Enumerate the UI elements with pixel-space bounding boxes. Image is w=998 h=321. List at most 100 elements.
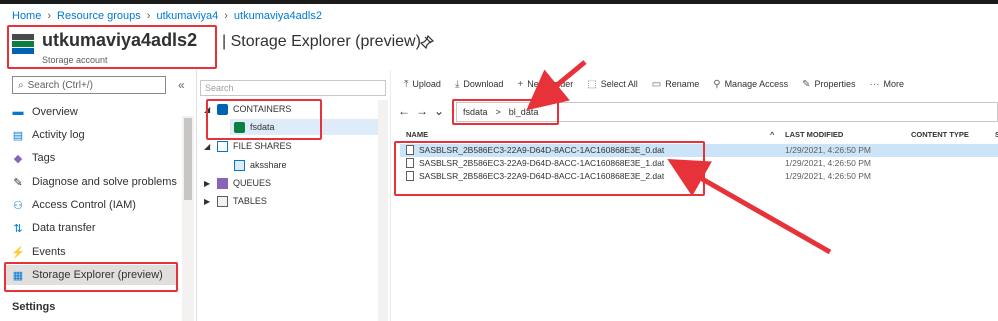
search-icon: ⌕ [18,79,24,91]
sort-up-icon[interactable]: ^ [770,130,774,139]
tree-scrollbar[interactable] [378,100,388,321]
containers-icon [217,103,228,115]
tree-node-label: fsdata [250,122,275,132]
breadcrumb-resource-groups[interactable]: Resource groups [57,10,141,22]
portal-top-bar [0,0,998,4]
download-button[interactable]: ⤓ Download [455,79,503,90]
select-all-button[interactable]: ⬚ Select All [587,79,637,90]
file-name: SASBLSR_2B586EC3-22A9-D64D-8ACC-1AC16086… [419,158,665,168]
menu-item-label: Data transfer [32,222,96,234]
ellipsis-icon: ··· [869,78,880,90]
person-icon: ⚲ [713,78,721,90]
tree-node-label: TABLES [233,196,267,206]
select-all-label: Select All [600,79,638,89]
collapsed-icon: ▶ [204,178,211,188]
chevron-down-icon[interactable]: ⌄ [434,104,444,118]
column-header-content-type[interactable]: CONTENT TYPE [911,130,969,139]
menu-search-placeholder: Search (Ctrl+/) [27,79,93,91]
upload-button[interactable]: ⤒ Upload [404,79,441,90]
new-folder-label: New Folder [527,79,574,89]
menu-item-events[interactable]: ⚡ Events [11,242,65,262]
tree-node-fsdata[interactable]: fsdata [230,119,380,135]
tree-node-label: FILE SHARES [233,141,292,151]
pin-icon[interactable] [420,35,434,49]
breadcrumb-separator: › [47,10,52,22]
tree-node-tables[interactable]: ▶ TABLES [204,193,267,209]
tree-node-label: CONTAINERS [233,104,292,114]
page-title: | Storage Explorer (preview) [222,33,421,50]
rename-label: Rename [665,79,700,89]
back-icon[interactable]: ← [398,104,410,118]
table-row[interactable]: SASBLSR_2B586EC3-22A9-D64D-8ACC-1AC16086… [400,144,998,157]
manage-access-label: Manage Access [724,79,789,89]
menu-item-label: Tags [32,152,56,164]
resource-type: Storage account [42,55,108,65]
address-bar[interactable]: fsdata > bl_data [456,102,998,122]
table-row[interactable]: SASBLSR_2B586EC3-22A9-D64D-8ACC-1AC16086… [400,170,998,183]
file-name: SASBLSR_2B586EC3-22A9-D64D-8ACC-1AC16086… [419,171,665,181]
menu-item-label: Activity log [32,129,85,141]
address-separator: > [495,107,501,117]
plus-icon: + [517,78,524,90]
manage-access-button[interactable]: ⚲ Manage Access [713,79,788,90]
resource-title-block: utkumaviya4adls2 Storage account [8,26,216,70]
address-segment[interactable]: fsdata [463,107,488,117]
tree-search-placeholder: Search [205,83,234,93]
more-label: More [883,79,905,89]
breadcrumb-resource-group[interactable]: utkumaviya4 [156,10,218,22]
collapse-menu-button[interactable]: « [178,78,185,92]
menu-scrollbar[interactable] [182,116,194,321]
address-segment[interactable]: bl_data [509,107,539,117]
menu-item-tags[interactable]: ◆ Tags [12,148,55,168]
expanded-icon: ◢ [204,141,211,151]
breadcrumb-storage-account[interactable]: utkumaviya4adls2 [234,10,322,22]
tag-icon: ◆ [13,152,23,165]
file-icon [406,158,414,168]
tree-node-containers[interactable]: ◢ CONTAINERS [204,101,291,117]
file-icon [406,145,414,155]
properties-label: Properties [814,79,856,89]
forward-icon[interactable]: → [416,104,428,118]
wrench-icon: ✎ [13,176,23,189]
breadcrumb-home[interactable]: Home [12,10,41,22]
menu-item-label: Storage Explorer (preview) [32,269,163,281]
more-button[interactable]: ··· More [870,79,905,90]
tree-search-input[interactable]: Search [200,80,386,96]
menu-item-label: Diagnose and solve problems [32,176,177,188]
tree-node-aksshare[interactable]: aksshare [234,157,287,173]
file-name: SASBLSR_2B586EC3-22A9-D64D-8ACC-1AC16086… [419,145,665,155]
menu-item-label: Access Control (IAM) [32,199,136,211]
breadcrumb-separator: › [146,10,151,22]
grid-header: NAME ^ LAST MODIFIED CONTENT TYPE S [400,128,998,142]
menu-item-activity-log[interactable]: ▤ Activity log [12,125,85,145]
storage-explorer-icon: ▦ [12,269,24,282]
storage-account-icon [12,34,34,54]
tree-node-file-shares[interactable]: ◢ FILE SHARES [204,138,292,154]
queues-icon [217,177,228,189]
expanded-icon: ◢ [204,104,211,114]
menu-item-data-transfer[interactable]: ⇅ Data transfer [12,218,96,238]
download-icon: ⤓ [454,78,460,90]
resource-menu: ⌕ Search (Ctrl+/) « ▬ Overview ▤ Activit… [0,70,195,321]
properties-button[interactable]: ✎ Properties [802,79,855,90]
overview-icon: ▬ [12,106,24,118]
file-icon [406,171,414,181]
menu-item-access-control[interactable]: ⚇ Access Control (IAM) [12,195,136,215]
upload-icon: ⤒ [404,78,409,90]
table-row[interactable]: SASBLSR_2B586EC3-22A9-D64D-8ACC-1AC16086… [400,157,998,170]
menu-item-storage-explorer[interactable]: ▦ Storage Explorer (preview) [5,265,178,285]
select-all-icon: ⬚ [587,78,597,90]
rename-button[interactable]: ▭ Rename [652,79,699,90]
column-header-modified[interactable]: LAST MODIFIED [785,130,843,139]
menu-item-diagnose[interactable]: ✎ Diagnose and solve problems [12,172,177,192]
menu-item-overview[interactable]: ▬ Overview [12,102,78,122]
activity-log-icon: ▤ [12,129,24,142]
menu-search-input[interactable]: ⌕ Search (Ctrl+/) [12,76,166,94]
new-folder-button[interactable]: + New Folder [517,79,573,90]
breadcrumb: Home › Resource groups › utkumaviya4 › u… [12,10,322,22]
column-header-name[interactable]: NAME [406,130,428,139]
tree-node-queues[interactable]: ▶ QUEUES [204,175,271,191]
file-modified: 1/29/2021, 4:26:50 PM [785,171,872,181]
menu-item-label: Overview [32,106,78,118]
wrench-icon: ✎ [802,78,811,90]
